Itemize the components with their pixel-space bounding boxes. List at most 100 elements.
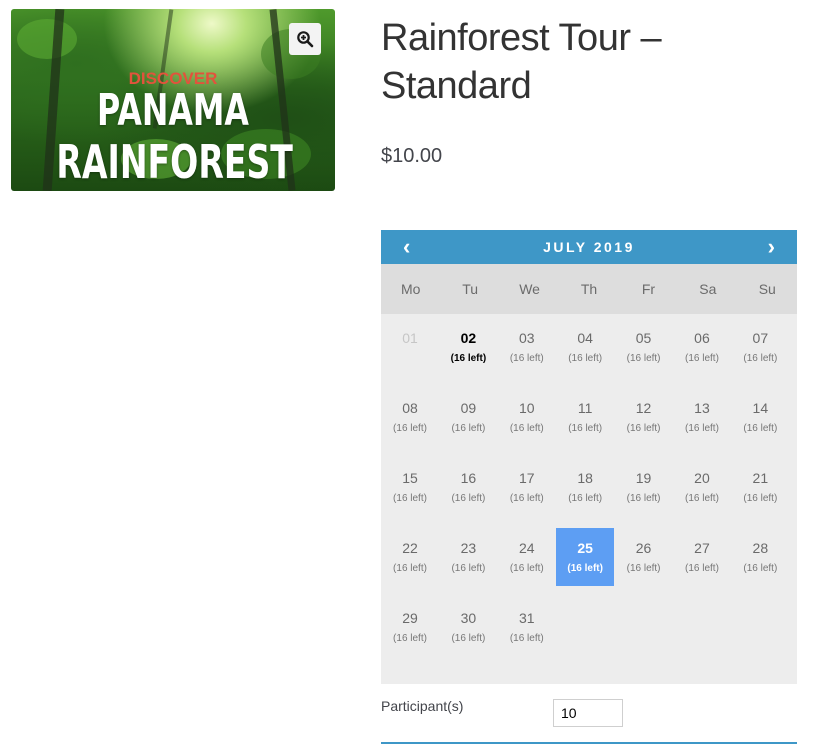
day-number: 28	[752, 540, 769, 556]
calendar-day-26[interactable]: 26 (16 left)	[615, 528, 673, 586]
calendar-header: ‹ JULY 2019 ›	[381, 230, 797, 264]
availability-label: (16 left)	[685, 423, 719, 434]
availability-label: (16 left)	[568, 353, 603, 364]
day-number: 20	[694, 470, 710, 486]
participants-label: Participant(s)	[381, 698, 464, 714]
calendar-day-05[interactable]: 05 (16 left)	[615, 318, 673, 376]
availability-label: (16 left)	[451, 423, 486, 434]
calendar-day-22[interactable]: 22 (16 left)	[381, 528, 439, 586]
zoom-button[interactable]	[289, 23, 321, 55]
calendar-day-13[interactable]: 13 (16 left)	[673, 388, 731, 446]
availability-label: (16 left)	[509, 563, 544, 574]
calendar-day-08[interactable]: 08 (16 left)	[381, 388, 439, 446]
availability-label: (16 left)	[743, 353, 778, 364]
calendar-day-02[interactable]: 02 (16 left)	[439, 318, 497, 376]
availability-label: (16 left)	[567, 563, 603, 574]
availability-label: (16 left)	[393, 493, 427, 504]
calendar-day-29[interactable]: 29 (16 left)	[381, 598, 439, 656]
calendar-day-19[interactable]: 19 (16 left)	[615, 458, 673, 516]
calendar-day-20[interactable]: 20 (16 left)	[673, 458, 731, 516]
calendar-day-18[interactable]: 18 (16 left)	[556, 458, 614, 516]
availability-label: (16 left)	[393, 423, 427, 434]
product-price: $10.00	[381, 145, 443, 167]
image-overlay-rainforest: RAINFOREST	[56, 135, 293, 189]
availability-label: (16 left)	[509, 423, 544, 434]
weekday-label: Su	[758, 281, 776, 297]
availability-label: (16 left)	[626, 423, 661, 434]
image-overlay-panama: PANAMA	[97, 85, 249, 136]
availability-label: (16 left)	[509, 353, 544, 364]
calendar-day-28[interactable]: 28 (16 left)	[731, 528, 789, 586]
day-number: 19	[635, 470, 652, 486]
day-number: 06	[694, 330, 710, 346]
day-number: 18	[577, 470, 593, 486]
day-number: 25	[577, 540, 593, 556]
calendar-day-21[interactable]: 21 (16 left)	[731, 458, 789, 516]
calendar-day-31[interactable]: 31 (16 left)	[498, 598, 556, 656]
calendar-day-14[interactable]: 14 (16 left)	[731, 388, 789, 446]
calendar-day-25[interactable]: 25 (16 left)	[556, 528, 615, 586]
weekday-label: Sa	[699, 281, 717, 297]
day-number: 26	[635, 540, 652, 556]
day-number: 01	[402, 330, 418, 346]
weekday-label: Tu	[462, 281, 479, 297]
calendar-day-09[interactable]: 09 (16 left)	[439, 388, 497, 446]
calendar-month-label: JULY 2019	[543, 239, 635, 255]
calendar-day-grid: 01 02 (16 left) 03 (16 left) 04 (16 left) 05 (16…	[381, 314, 797, 684]
day-number: 07	[752, 330, 769, 346]
calendar-day-06[interactable]: 06 (16 left)	[673, 318, 731, 376]
availability-label: (16 left)	[509, 493, 544, 504]
day-number: 10	[518, 400, 535, 416]
availability-label: (16 left)	[743, 493, 778, 504]
day-number: 24	[518, 540, 535, 556]
day-number: 16	[460, 470, 477, 486]
availability-label: (16 left)	[393, 563, 427, 574]
calendar-day-23[interactable]: 23 (16 left)	[439, 528, 497, 586]
availability-label: (16 left)	[685, 353, 719, 364]
day-number: 08	[402, 400, 418, 416]
availability-label: (16 left)	[743, 563, 778, 574]
availability-label: (16 left)	[743, 423, 778, 434]
availability-label: (16 left)	[451, 633, 486, 644]
calendar-day-30[interactable]: 30 (16 left)	[439, 598, 497, 656]
weekday-label: We	[519, 281, 540, 297]
chevron-left-icon[interactable]: ‹	[403, 236, 410, 258]
magnifier-plus-icon	[297, 31, 314, 48]
day-number: 27	[694, 540, 710, 556]
calendar-day-15[interactable]: 15 (16 left)	[381, 458, 439, 516]
day-number: 15	[402, 470, 418, 486]
product-image[interactable]: DISCOVER PANAMA RAINFOREST	[11, 9, 335, 191]
calendar-day-10[interactable]: 10 (16 left)	[498, 388, 556, 446]
day-number: 23	[460, 540, 477, 556]
weekday-label: Mo	[400, 281, 421, 297]
day-number: 30	[460, 610, 477, 626]
calendar-day-07[interactable]: 07 (16 left)	[731, 318, 789, 376]
calendar-day-24[interactable]: 24 (16 left)	[498, 528, 556, 586]
availability-label: (16 left)	[626, 563, 661, 574]
day-number: 13	[694, 400, 710, 416]
availability-label: (16 left)	[509, 633, 544, 644]
day-number: 02	[460, 330, 477, 346]
weekday-label: Fr	[641, 281, 656, 297]
day-number: 22	[402, 540, 418, 556]
day-number: 04	[577, 330, 593, 346]
availability-label: (16 left)	[393, 633, 427, 644]
weekday-header-row: Mo Tu We Th Fr Sa Su	[381, 264, 797, 314]
participants-input[interactable]	[553, 699, 623, 727]
calendar-day-17[interactable]: 17 (16 left)	[498, 458, 556, 516]
day-number: 03	[518, 330, 535, 346]
availability-label: (16 left)	[626, 353, 661, 364]
product-title: Rainforest Tour – Standard	[381, 17, 662, 107]
calendar-day-03[interactable]: 03 (16 left)	[498, 318, 556, 376]
calendar-day-04[interactable]: 04 (16 left)	[556, 318, 614, 376]
availability-label: (16 left)	[685, 563, 719, 574]
calendar-day-12[interactable]: 12 (16 left)	[615, 388, 673, 446]
calendar-day-11[interactable]: 11 (16 left)	[556, 388, 614, 446]
availability-label: (16 left)	[451, 563, 486, 574]
day-number: 31	[518, 610, 535, 626]
chevron-right-icon[interactable]: ›	[768, 236, 775, 258]
calendar-day-16[interactable]: 16 (16 left)	[439, 458, 497, 516]
day-number: 05	[635, 330, 652, 346]
day-number: 12	[635, 400, 652, 416]
calendar-day-27[interactable]: 27 (16 left)	[673, 528, 731, 586]
